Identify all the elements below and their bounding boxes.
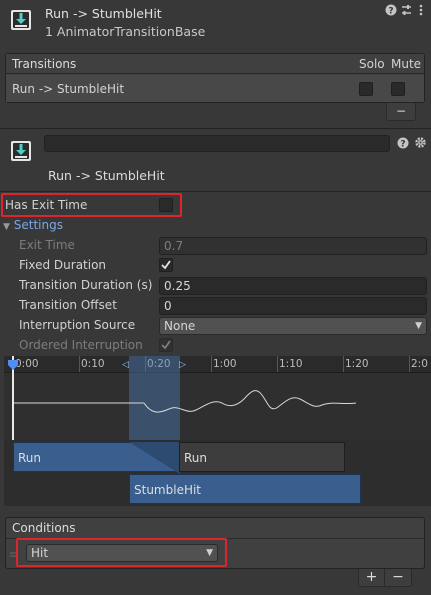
tick-label: 1:20 [345,358,369,370]
gear-icon[interactable] [414,136,427,152]
exit-time-field: 0.7 [159,237,427,255]
transition-row[interactable]: Run -> StumbleHit [6,75,424,102]
svg-text:?: ? [400,140,405,150]
transition-start-marker[interactable]: ◁ [122,360,129,370]
exit-time-label: Exit Time [19,238,75,252]
inspector-subtitle: 1 AnimatorTransitionBase [45,24,206,39]
transition-name-input[interactable] [44,135,390,152]
transition-icon [10,140,32,162]
solo-column-label: Solo [359,57,385,71]
transition-overlap [129,442,180,474]
playhead-handle-icon[interactable] [7,359,19,374]
remove-condition-button[interactable]: − [385,569,412,587]
condition-parameter-value: Hit [31,546,49,560]
transition-duration-field[interactable]: 0.25 [159,277,427,295]
preset-icon[interactable] [400,4,413,19]
chevron-down-icon: ▼ [415,321,422,331]
source-clip-2[interactable]: Run [179,442,345,472]
ordered-interruption-label: Ordered Interruption [19,338,143,352]
help-icon[interactable]: ? [385,4,397,19]
destination-clip[interactable]: StumbleHit [129,474,361,504]
mute-checkbox[interactable] [391,82,405,96]
checkmark-icon [161,340,171,350]
more-icon[interactable] [419,4,423,19]
checkmark-icon [161,260,171,270]
condition-parameter-dropdown[interactable]: Hit ▼ [26,544,218,562]
svg-text:?: ? [388,7,393,17]
transitions-header: Transitions Solo Mute [6,54,424,74]
mute-column-label: Mute [391,57,422,71]
divider [0,128,431,129]
tick-label: 1:10 [279,358,303,370]
inspector-title: Run -> StumbleHit [45,6,162,21]
tick-label: 0:10 [81,358,105,370]
ordered-interruption-checkbox [159,338,173,352]
transitions-list: Transitions Solo Mute Run -> StumbleHit [5,53,425,103]
has-exit-time-checkbox[interactable] [159,198,173,212]
transition-offset-label: Transition Offset [19,298,117,312]
transition-offset-field[interactable]: 0 [159,297,427,315]
transition-row-label: Run -> StumbleHit [12,82,125,96]
interruption-source-value: None [164,319,196,333]
transitions-header-label: Transitions [12,57,77,71]
transition-timeline[interactable]: 0:00 0:10 0:20 1:00 1:10 1:20 2:0 ◁ ▷ Ru… [4,356,431,506]
transition-duration-label: Transition Duration (s) [19,278,153,292]
help-icon[interactable]: ? [397,137,409,152]
chevron-down-icon: ▼ [206,548,213,558]
fixed-duration-checkbox[interactable] [159,258,173,272]
transition-end-marker[interactable]: ▷ [179,360,186,370]
conditions-header-label: Conditions [12,521,76,535]
interruption-source-dropdown[interactable]: None ▼ [159,317,427,335]
tick-label: 2:0 [411,358,428,370]
has-exit-time-label: Has Exit Time [5,198,88,212]
settings-foldout[interactable]: ▼ Settings [3,218,63,232]
fixed-duration-label: Fixed Duration [19,258,107,272]
settings-label: Settings [13,218,63,232]
tick-label: 1:00 [213,358,237,370]
divider [0,191,431,192]
solo-checkbox[interactable] [359,82,373,96]
interruption-source-label: Interruption Source [19,318,136,332]
timeline-ruler[interactable]: 0:00 0:10 0:20 1:00 1:10 1:20 2:0 [4,356,431,373]
foldout-arrow-icon: ▼ [3,222,10,232]
transition-icon [10,9,32,31]
remove-transition-button[interactable]: − [386,103,416,121]
add-condition-button[interactable]: + [358,569,385,587]
transition-caption: Run -> StumbleHit [48,168,165,183]
